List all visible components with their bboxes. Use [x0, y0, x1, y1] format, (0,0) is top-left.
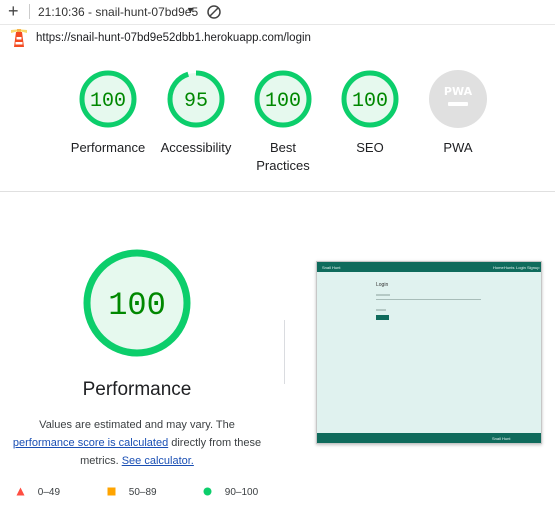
performance-title: Performance: [82, 379, 192, 400]
thumbnail-nav-item: Hunts: [504, 265, 515, 270]
vertical-divider: [284, 320, 285, 384]
thumbnail-label: [376, 309, 386, 311]
legend-pass: 90–100: [203, 487, 258, 498]
legend-fail-range: 0–49: [37, 487, 61, 498]
legend-average: 50–89: [107, 487, 157, 498]
gauge-best-practices-label-line2: Practices: [256, 158, 310, 173]
gauge-performance-score: 100: [90, 90, 126, 113]
thumbnail-nav-item: Home: [493, 265, 504, 270]
legend-fail: 0–49: [16, 487, 60, 498]
audited-url[interactable]: https://snail-hunt-07bd9e52dbb1.herokuap…: [36, 32, 311, 44]
thumbnail-button: [376, 315, 389, 320]
section-divider: [0, 191, 555, 192]
performance-score-link[interactable]: performance score is calculated: [13, 437, 168, 449]
gauge-accessibility[interactable]: 95 Accessibility: [146, 69, 246, 157]
gauge-performance[interactable]: 100 Performance: [58, 69, 158, 157]
performance-score-large: 100: [108, 287, 166, 324]
legend-pass-range: 90–100: [224, 487, 259, 498]
thumbnail-nav-item: Login: [516, 265, 526, 270]
square-icon: [107, 487, 116, 496]
circle-icon: [203, 487, 212, 496]
thumbnail-nav-item: Signup: [527, 265, 540, 270]
pwa-badge-icon: PWA: [429, 70, 487, 128]
triangle-icon: [16, 487, 25, 496]
report-selector[interactable]: 21:10:36 - snail-hunt-07bd9e5: [38, 5, 198, 19]
gauge-accessibility-label: Accessibility: [160, 140, 232, 155]
gauge-best-practices-score: 100: [265, 90, 301, 113]
thumbnail-label: [376, 294, 390, 296]
devtools-toolbar: + 21:10:36 - snail-hunt-07bd9e5 ▼: [0, 0, 555, 25]
toolbar-divider: [29, 4, 30, 19]
performance-description: Values are estimated and may vary. The p…: [12, 416, 262, 470]
see-calculator-link[interactable]: See calculator.: [122, 455, 194, 467]
clear-icon[interactable]: [206, 4, 222, 25]
thumbnail-footer-text: Snail Hunt: [492, 436, 511, 441]
thumbnail-heading: Login: [376, 282, 389, 288]
gauge-performance-label: Performance: [70, 140, 146, 155]
gauge-performance-ring: 100: [79, 70, 137, 128]
legend-average-range: 50–89: [128, 487, 157, 498]
gauge-best-practices-label-line1: Best: [269, 140, 296, 155]
chevron-down-icon[interactable]: ▼: [186, 5, 195, 15]
desc-line3: metrics.: [80, 455, 122, 467]
gauge-best-practices[interactable]: 100 Best Practices: [233, 69, 333, 175]
performance-gauge-large: 100: [82, 248, 192, 363]
gauge-seo[interactable]: 100 SEO: [320, 69, 420, 157]
gauge-accessibility-ring: 95: [167, 70, 225, 128]
gauge-accessibility-score: 95: [184, 90, 208, 113]
lighthouse-icon: [11, 28, 27, 53]
desc-line1: Values are estimated and may vary. The: [39, 419, 235, 431]
gauge-seo-score: 100: [352, 90, 388, 113]
gauge-seo-label: SEO: [356, 140, 384, 155]
gauge-seo-ring: 100: [341, 70, 399, 128]
desc-line2: directly from these: [168, 437, 262, 449]
gauge-pwa-label: PWA: [443, 140, 473, 155]
thumbnail-brand: Snail Hunt: [322, 265, 341, 270]
pwa-badge-text: PWA: [444, 85, 473, 98]
gauge-best-practices-ring: 100: [254, 70, 312, 128]
gauge-pwa[interactable]: PWA PWA: [408, 69, 508, 157]
final-screenshot-thumbnail[interactable]: Snail Hunt Home Hunts Login Signup Login…: [316, 261, 542, 444]
gauge-best-practices-label: Best Practices: [233, 139, 333, 175]
new-report-button[interactable]: +: [8, 1, 19, 21]
thumbnail-input: [376, 299, 481, 300]
url-bar: https://snail-hunt-07bd9e52dbb1.herokuap…: [0, 25, 555, 51]
